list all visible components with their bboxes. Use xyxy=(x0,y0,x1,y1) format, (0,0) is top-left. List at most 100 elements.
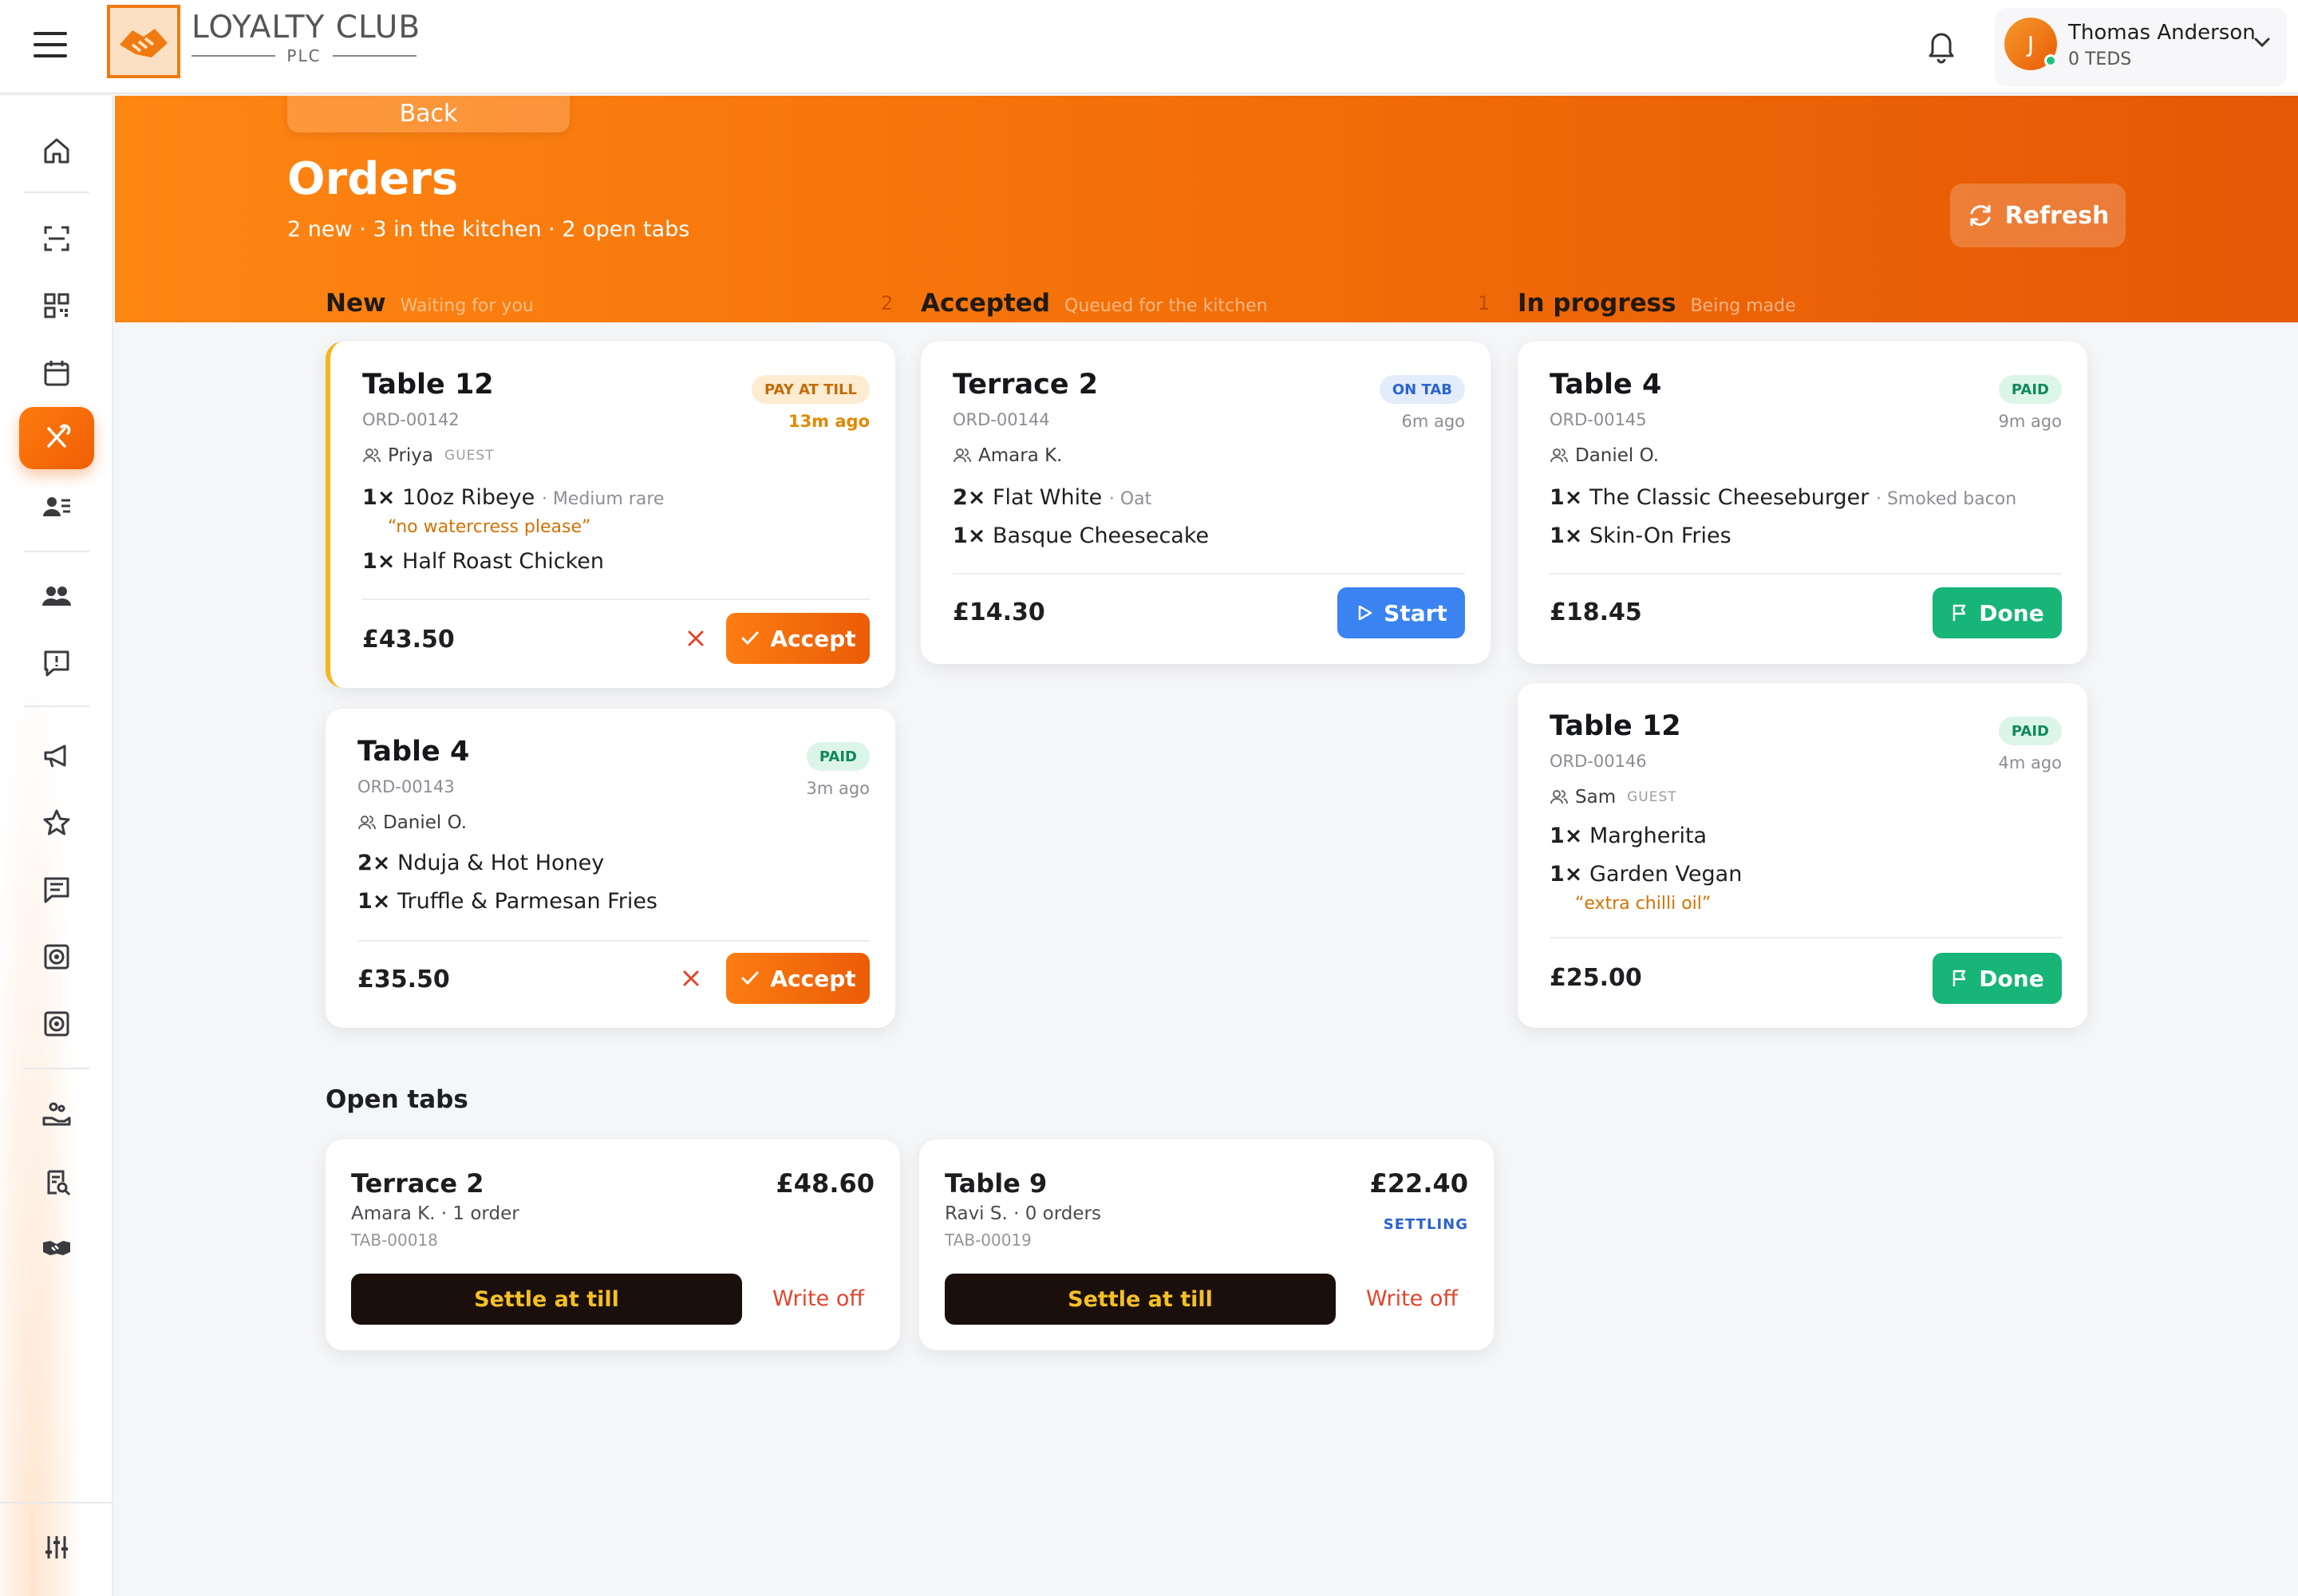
menu-icon[interactable] xyxy=(32,29,69,61)
item-note: “no watercress please” xyxy=(388,517,591,537)
start-button[interactable]: Start xyxy=(1337,587,1465,638)
qr-code-icon[interactable] xyxy=(35,284,78,327)
done-button[interactable]: Done xyxy=(1933,953,2062,1004)
sidebar xyxy=(0,96,113,1596)
target-icon[interactable] xyxy=(35,935,78,978)
calendar-icon[interactable] xyxy=(35,351,78,394)
order-card[interactable]: Table 4 ORD-00143 PAID 3m ago Daniel O. … xyxy=(326,709,895,1028)
done-label: Done xyxy=(1979,599,2044,626)
card-divider xyxy=(953,573,1465,575)
order-item: 2× Flat White · Oat xyxy=(953,485,1151,510)
item-note: “extra chilli oil” xyxy=(1575,894,1712,914)
user-icon xyxy=(1550,790,1568,804)
partnership-icon[interactable] xyxy=(35,1226,78,1269)
item-name: Garden Vegan xyxy=(1589,862,1743,887)
order-total: £18.45 xyxy=(1550,598,1642,626)
guest-name: Priya xyxy=(388,445,434,466)
tab-id: TAB-00018 xyxy=(351,1231,438,1250)
write-off-button[interactable]: Write off xyxy=(772,1286,864,1311)
refresh-button[interactable]: Refresh xyxy=(1950,184,2126,247)
audit-icon[interactable] xyxy=(35,1160,78,1203)
tab-meta: Ravi S. · 0 orders xyxy=(945,1203,1101,1224)
page-title: Orders xyxy=(287,153,459,205)
order-item: 1× The Classic Cheeseburger · Smoked bac… xyxy=(1550,485,2016,510)
tab-card: Table 9 £22.40 Ravi S. · 0 orders TAB-00… xyxy=(919,1140,1494,1350)
order-item: 1× 10oz Ribeye · Medium rare xyxy=(362,485,664,510)
campaign-icon[interactable] xyxy=(35,734,78,777)
item-qty: 1× xyxy=(357,889,391,914)
settle-button[interactable]: Settle at till xyxy=(945,1274,1336,1325)
users-icon[interactable] xyxy=(35,575,78,618)
order-item: 1× Garden Vegan xyxy=(1550,862,1742,887)
order-table: Table 4 xyxy=(357,736,470,768)
messages-icon[interactable] xyxy=(35,868,78,911)
chevron-down-icon[interactable] xyxy=(2250,30,2274,54)
payment-badge: PAID xyxy=(1998,375,2062,404)
order-total: £25.00 xyxy=(1550,964,1642,992)
order-id: ORD-00142 xyxy=(362,410,460,429)
order-card[interactable]: Table 12 ORD-00146 PAID 4m ago Sam GUEST… xyxy=(1518,683,2087,1028)
column-header-new: New Waiting for you xyxy=(326,289,534,321)
order-card[interactable]: Table 12 ORD-00142 PAY AT TILL 13m ago P… xyxy=(326,342,895,688)
online-status-dot xyxy=(2044,54,2057,67)
column-subtitle: Being made xyxy=(1690,296,1796,316)
card-divider xyxy=(357,940,870,942)
brand-title: LOYALTY CLUB xyxy=(192,10,421,45)
page-subtitle: 2 new · 3 in the kitchen · 2 open tabs xyxy=(287,217,690,242)
order-card[interactable]: Table 4 ORD-00145 PAID 9m ago Daniel O. … xyxy=(1518,342,2087,664)
order-guest: Sam GUEST xyxy=(1550,787,1677,808)
star-icon[interactable] xyxy=(35,801,78,844)
order-time: 6m ago xyxy=(1401,412,1465,431)
brand-sub-text: PLC xyxy=(286,46,322,65)
scan-icon[interactable] xyxy=(35,217,78,260)
order-guest: Daniel O. xyxy=(357,812,467,833)
item-modifier: · Oat xyxy=(1108,489,1152,509)
sidebar-divider xyxy=(24,551,89,552)
guest-name: Amara K. xyxy=(978,445,1063,466)
giving-icon[interactable] xyxy=(35,1093,78,1136)
order-guest: Priya GUEST xyxy=(362,445,495,466)
accept-button[interactable]: Accept xyxy=(726,953,870,1004)
item-qty: 1× xyxy=(1550,523,1583,548)
tab-amount: £22.40 xyxy=(1369,1168,1468,1199)
item-name: Margherita xyxy=(1589,824,1708,848)
play-icon xyxy=(1358,605,1372,621)
members-icon[interactable] xyxy=(35,485,78,528)
feedback-icon[interactable] xyxy=(35,642,78,685)
settings-icon[interactable] xyxy=(35,1526,78,1569)
item-modifier: · Medium rare xyxy=(541,489,665,509)
order-item: 1× Half Roast Chicken xyxy=(362,549,604,574)
accept-label: Accept xyxy=(770,965,856,992)
check-icon xyxy=(741,631,759,646)
order-time: 3m ago xyxy=(806,779,870,798)
reject-icon[interactable] xyxy=(675,962,707,994)
bell-icon[interactable] xyxy=(1921,26,1961,65)
item-qty: 2× xyxy=(953,485,986,510)
guest-tag: GUEST xyxy=(444,448,495,464)
done-button[interactable]: Done xyxy=(1933,587,2062,638)
order-card[interactable]: Terrace 2 ORD-00144 ON TAB 6m ago Amara … xyxy=(921,342,1491,664)
column-title: In progress xyxy=(1518,289,1676,318)
guest-name: Daniel O. xyxy=(383,812,468,833)
tab-amount: £48.60 xyxy=(776,1168,875,1199)
order-item: 2× Nduja & Hot Honey xyxy=(357,851,604,875)
reject-icon[interactable] xyxy=(680,622,712,654)
user-menu[interactable]: J Thomas Anderson 0 TEDS xyxy=(1995,8,2287,86)
accept-button[interactable]: Accept xyxy=(726,613,870,664)
item-modifier: · Smoked bacon xyxy=(1875,489,2017,509)
orders-icon[interactable] xyxy=(19,407,94,469)
open-tabs-title: Open tabs xyxy=(326,1085,468,1114)
write-off-button[interactable]: Write off xyxy=(1366,1286,1458,1311)
order-table: Table 12 xyxy=(1550,710,1681,742)
order-total: £35.50 xyxy=(357,966,450,994)
sidebar-divider xyxy=(24,1068,89,1069)
user-name: Thomas Anderson xyxy=(2068,21,2256,45)
settle-button[interactable]: Settle at till xyxy=(351,1274,742,1325)
target-alt-icon[interactable] xyxy=(35,1002,78,1045)
guest-name: Daniel O. xyxy=(1575,445,1660,466)
flag-icon xyxy=(1953,604,1966,621)
home-icon[interactable] xyxy=(35,129,78,172)
user-points: 0 TEDS xyxy=(2068,49,2132,69)
payment-badge: PAY AT TILL xyxy=(751,375,870,404)
card-divider xyxy=(1550,937,2062,938)
